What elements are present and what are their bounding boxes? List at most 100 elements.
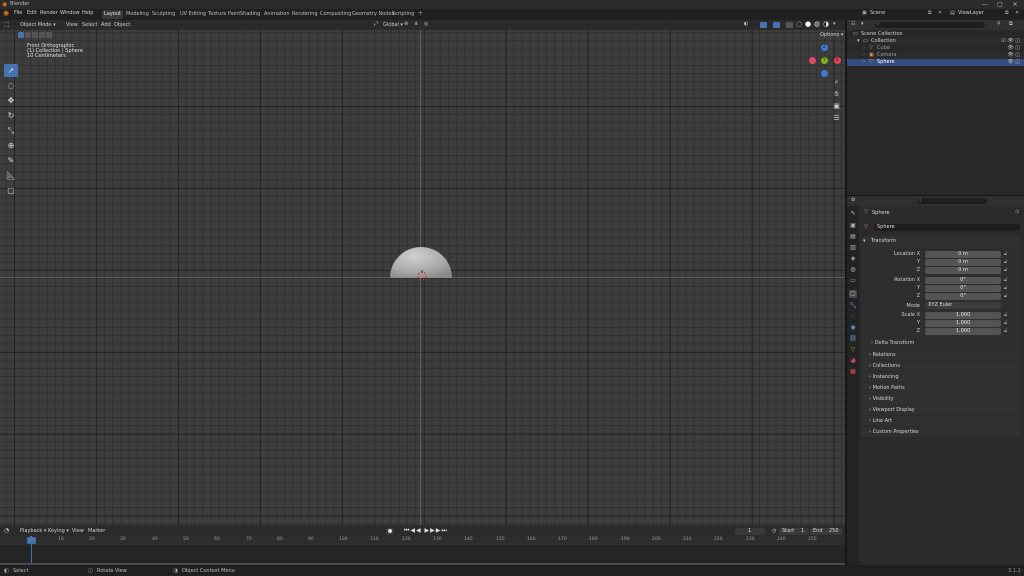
scene-tab-icon[interactable]: ◈: [849, 255, 857, 263]
options-dropdown[interactable]: Options ▾: [820, 33, 843, 38]
instancing-panel-header[interactable]: › Instancing: [861, 372, 1021, 382]
select-new-icon[interactable]: [18, 32, 24, 38]
world-tab-icon[interactable]: ◍: [849, 266, 857, 274]
output-tab-icon[interactable]: ▤: [849, 233, 857, 241]
menu-object[interactable]: Object: [112, 21, 132, 29]
render-tab-icon[interactable]: ▣: [849, 222, 857, 230]
scale-tool-icon[interactable]: ⤡: [4, 124, 18, 137]
filter-icon[interactable]: ⚲: [997, 22, 1001, 27]
tool-tab-icon[interactable]: ✎: [849, 210, 857, 218]
rotation-mode-select[interactable]: XYZ Euler: [925, 302, 1001, 309]
tab-sculpting[interactable]: Sculpting: [150, 10, 177, 19]
object-mode-dropdown[interactable]: Object Mode ▾: [18, 21, 58, 29]
rotate-tool-icon[interactable]: ↻: [4, 109, 18, 122]
snap-icon[interactable]: ⋔: [414, 22, 418, 27]
outliner-row-cube[interactable]: › ▽ Cube 👁︎ ◫: [847, 45, 1024, 52]
menu-playback[interactable]: Playback ▾: [20, 529, 46, 534]
outliner-row-sphere[interactable]: › ▽ Sphere 👁︎ ◫: [847, 59, 1024, 66]
maximize-button[interactable]: □: [995, 1, 1005, 8]
area-divider-horizontal[interactable]: [847, 195, 1024, 196]
tab-compositing[interactable]: Compositing: [318, 10, 353, 19]
tab-scripting[interactable]: Scripting: [390, 10, 416, 19]
pin-icon[interactable]: ⊙: [1015, 210, 1019, 215]
wireframe-shading-icon[interactable]: ◌: [796, 21, 802, 28]
lock-rotation-y-icon[interactable]: 🔓︎: [1004, 286, 1007, 291]
viewport-display-panel-header[interactable]: › Viewport Display: [861, 405, 1021, 415]
add-cube-tool-icon[interactable]: ▢: [4, 184, 18, 197]
tab-rendering[interactable]: Rendering: [290, 10, 320, 19]
lock-location-x-icon[interactable]: 🔓︎: [1004, 252, 1007, 257]
material-shading-icon[interactable]: ◍: [814, 21, 820, 28]
move-tool-icon[interactable]: ✥: [4, 94, 18, 107]
properties-editor-icon[interactable]: ⚙: [851, 198, 855, 203]
minimize-button[interactable]: —: [980, 1, 990, 8]
menu-select[interactable]: Select: [80, 21, 99, 29]
visibility-panel-header[interactable]: › Visibility: [861, 394, 1021, 404]
timeline-keyframe-area[interactable]: [0, 545, 845, 565]
select-intersect-icon[interactable]: [46, 32, 52, 38]
tab-shading[interactable]: Shading: [238, 10, 262, 19]
menu-help[interactable]: Help: [82, 11, 93, 16]
clock-icon[interactable]: ◷: [772, 529, 776, 534]
tab-animation[interactable]: Animation: [262, 10, 292, 19]
zoom-icon[interactable]: ⌕: [832, 78, 841, 87]
motion-paths-panel-header[interactable]: › Motion Paths: [861, 383, 1021, 393]
view-layer-tab-icon[interactable]: ▥: [849, 244, 857, 252]
object-tab-icon[interactable]: ▢: [849, 290, 857, 298]
annotate-tool-icon[interactable]: ✎: [4, 154, 18, 167]
lock-location-z-icon[interactable]: 🔓︎: [1004, 268, 1007, 273]
custom-properties-panel-header[interactable]: › Custom Properties: [861, 427, 1021, 437]
toggle-perspective-icon[interactable]: ☰: [832, 114, 841, 123]
menu-edit[interactable]: Edit: [27, 11, 37, 16]
gizmo-toggle-icon[interactable]: [760, 22, 767, 28]
lock-scale-z-icon[interactable]: 🔓︎: [1004, 329, 1007, 334]
tab-texture-paint[interactable]: Texture Paint: [206, 10, 242, 19]
menu-keying[interactable]: Keying ▾: [48, 529, 69, 534]
timeline-editor-icon[interactable]: ◔: [4, 528, 9, 534]
lock-scale-x-icon[interactable]: 🔓︎: [1004, 313, 1007, 318]
timeline-ruler[interactable]: 1 10 20 30 40 50 60 70 80 90 100 110 120…: [0, 537, 845, 545]
object-name-field[interactable]: [874, 224, 1020, 231]
transform-panel-header[interactable]: ▾ Transform: [861, 236, 1021, 246]
3d-viewport[interactable]: ⬚ Object Mode ▾ View Select Add Object ⤢…: [0, 20, 845, 525]
scene-name[interactable]: Scene: [870, 11, 885, 16]
menu-view[interactable]: View: [64, 21, 80, 29]
expand-chevron-icon[interactable]: ›: [863, 46, 865, 51]
add-workspace-icon[interactable]: +: [418, 11, 423, 17]
rotation-x-field[interactable]: 0°: [925, 277, 1001, 284]
delete-scene-icon[interactable]: ✕: [938, 11, 942, 16]
playback-controls[interactable]: ⏮◀◀ ▶▶▶⏭: [404, 528, 448, 534]
location-z-field[interactable]: 0 m: [925, 267, 1001, 274]
constraints-tab-icon[interactable]: ⛓︎: [849, 335, 857, 343]
menu-render[interactable]: Render: [40, 11, 58, 16]
scale-z-field[interactable]: 1.000: [925, 328, 1001, 335]
particles-tab-icon[interactable]: ∴: [849, 313, 857, 321]
proportional-edit-icon[interactable]: ◎: [424, 22, 428, 27]
lock-scale-y-icon[interactable]: 🔓︎: [1004, 321, 1007, 326]
rotation-z-field[interactable]: 0°: [925, 293, 1001, 300]
transform-tool-icon[interactable]: ⊕: [4, 139, 18, 152]
solid-shading-icon[interactable]: ●: [805, 21, 811, 28]
collections-panel-header[interactable]: › Collections: [861, 361, 1021, 371]
pivot-icon[interactable]: ⊛: [404, 22, 408, 27]
modifier-tab-icon[interactable]: 🔧︎: [849, 302, 857, 310]
menu-timeline-view[interactable]: View: [72, 529, 84, 534]
visibility-toggles[interactable]: 👁︎ ◫: [1007, 60, 1020, 65]
select-subtract-icon[interactable]: [32, 32, 38, 38]
expand-chevron-icon[interactable]: ›: [863, 60, 865, 65]
rendered-shading-icon[interactable]: ◑: [823, 21, 829, 28]
outliner-editor-icon[interactable]: ☷: [851, 22, 855, 27]
shading-options-icon[interactable]: ▾: [833, 22, 836, 27]
outliner-row-camera[interactable]: › ▣ Camera 👁︎ ◫: [847, 52, 1024, 59]
outliner-search-input[interactable]: [875, 22, 985, 28]
new-collection-icon[interactable]: ⧉: [1009, 22, 1013, 27]
delete-view-layer-icon[interactable]: ✕: [1015, 11, 1019, 16]
expand-chevron-icon[interactable]: ▾: [857, 39, 860, 44]
tab-layout[interactable]: Layout: [102, 10, 123, 19]
menu-add[interactable]: Add: [99, 21, 113, 29]
close-button[interactable]: ✕: [1010, 1, 1020, 8]
outliner-row-collection[interactable]: ▾ ▭ Collection ☑ 👁︎ ◫: [847, 38, 1024, 45]
visibility-icon[interactable]: ◐: [744, 22, 748, 27]
physics-tab-icon[interactable]: ◉: [849, 324, 857, 332]
xray-toggle-icon[interactable]: [786, 22, 793, 28]
